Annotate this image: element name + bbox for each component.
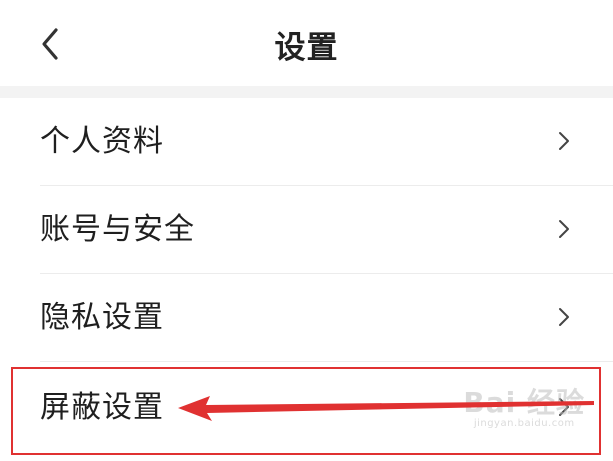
header-bar: 设置	[0, 0, 613, 88]
settings-item-label: 隐私设置	[40, 300, 164, 335]
back-button[interactable]	[30, 20, 74, 68]
section-divider	[0, 86, 613, 98]
chevron-left-icon	[42, 28, 58, 60]
settings-item-profile[interactable]: 个人资料	[0, 98, 613, 186]
page-title: 设置	[274, 30, 339, 66]
settings-item-privacy[interactable]: 隐私设置	[0, 274, 613, 362]
settings-item-label: 个人资料	[40, 124, 164, 159]
settings-item-block[interactable]: 屏蔽设置	[0, 364, 613, 452]
chevron-right-icon	[559, 132, 569, 150]
settings-item-account-security[interactable]: 账号与安全	[0, 186, 613, 274]
chevron-right-icon	[559, 308, 569, 326]
chevron-right-icon	[559, 220, 569, 238]
row-divider	[40, 361, 613, 362]
settings-item-label: 账号与安全	[40, 212, 195, 247]
chevron-right-icon	[559, 398, 569, 416]
settings-item-label: 屏蔽设置	[40, 390, 164, 425]
